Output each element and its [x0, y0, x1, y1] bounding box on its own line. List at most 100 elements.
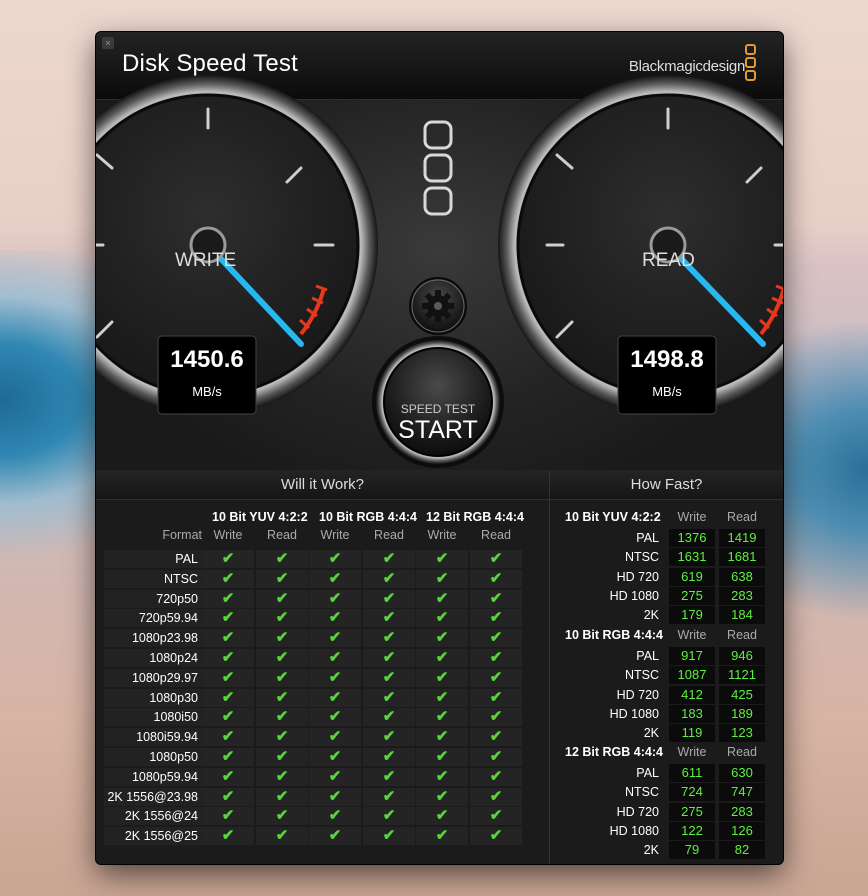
check-icon: ✔ — [470, 609, 522, 628]
format-label: 1080p30 — [149, 690, 198, 705]
how-fast-row-label: HD 1080 — [609, 588, 659, 603]
check-icon: ✔ — [256, 550, 308, 568]
check-icon: ✔ — [470, 787, 522, 806]
how-fast-row-label: HD 720 — [616, 569, 659, 584]
check-icon: ✔ — [363, 668, 415, 687]
check-icon: ✔ — [202, 748, 254, 766]
check-icon: ✔ — [416, 807, 468, 826]
read-speed-cell: 126 — [719, 821, 765, 840]
how-fast-section-header: 12 Bit RGB 4:4:4 — [565, 745, 663, 759]
check-icon: ✔ — [309, 728, 361, 747]
format-label: 2K 1556@25 — [124, 829, 198, 844]
write-speed-cell: 275 — [669, 802, 715, 821]
write-speed-value: 1450.6 — [170, 346, 244, 373]
check-icon: ✔ — [256, 569, 308, 588]
start-button[interactable]: START — [388, 416, 488, 445]
format-label: 720p59.94 — [138, 611, 198, 626]
check-icon: ✔ — [256, 787, 308, 806]
check-icon: ✔ — [416, 748, 468, 766]
check-icon: ✔ — [202, 767, 254, 786]
how-fast-read-header: Read — [727, 628, 757, 642]
format-label: 1080i50 — [153, 710, 199, 725]
how-fast-row-label: NTSC — [624, 668, 659, 683]
read-speed-cell: 1419 — [719, 529, 765, 547]
check-icon: ✔ — [470, 550, 522, 568]
check-icon: ✔ — [202, 609, 254, 628]
check-icon: ✔ — [363, 807, 415, 826]
write-speed-cell: 179 — [669, 606, 715, 625]
read-speed-cell: 1121 — [719, 666, 765, 685]
check-icon: ✔ — [470, 807, 522, 826]
write-speed-cell: 275 — [669, 586, 715, 605]
check-icon: ✔ — [256, 748, 308, 766]
check-icon: ✔ — [363, 767, 415, 786]
check-icon: ✔ — [416, 787, 468, 806]
write-speed-cell: 119 — [669, 724, 715, 743]
write-speed-unit: MB/s — [192, 384, 222, 399]
check-icon: ✔ — [470, 569, 522, 588]
brand-name: Blackmagicdesign — [628, 58, 745, 75]
write-speed-cell: 122 — [669, 821, 715, 840]
check-icon: ✔ — [309, 609, 361, 628]
check-icon: ✔ — [202, 550, 254, 568]
check-icon: ✔ — [256, 827, 308, 846]
format-label: 1080i59.94 — [136, 730, 198, 745]
check-icon: ✔ — [256, 688, 308, 707]
read-speed-cell: 123 — [719, 724, 765, 743]
format-label: 1080p23.98 — [131, 631, 198, 646]
write-speed-cell: 412 — [669, 685, 715, 704]
wiw-sub-header: Write — [213, 528, 243, 542]
check-icon: ✔ — [256, 807, 308, 826]
check-icon: ✔ — [363, 827, 415, 846]
check-icon: ✔ — [309, 589, 361, 608]
check-icon: ✔ — [363, 787, 415, 806]
wiw-sub-header: Read — [481, 528, 511, 542]
check-icon: ✔ — [416, 668, 468, 687]
check-icon: ✔ — [202, 569, 254, 588]
read-speed-cell: 283 — [719, 802, 765, 821]
how-fast-read-header: Read — [727, 510, 757, 524]
wiw-group-header: 10 Bit YUV 4:2:2 — [212, 510, 308, 524]
close-button[interactable]: × — [102, 37, 114, 49]
check-icon: ✔ — [202, 649, 254, 667]
how-fast-row-label: NTSC — [624, 785, 659, 800]
how-fast-row-label: HD 720 — [616, 804, 659, 819]
check-icon: ✔ — [202, 728, 254, 747]
check-icon: ✔ — [202, 827, 254, 846]
check-icon: ✔ — [256, 629, 308, 648]
gear-icon[interactable] — [409, 277, 467, 335]
check-icon: ✔ — [309, 629, 361, 648]
check-icon: ✔ — [363, 728, 415, 747]
check-icon: ✔ — [416, 688, 468, 707]
how-fast-read-header: Read — [727, 745, 757, 759]
check-icon: ✔ — [202, 787, 254, 806]
check-icon: ✔ — [416, 649, 468, 667]
format-label: 1080p24 — [149, 651, 198, 665]
disk-speed-test-window: × Disk Speed Test Blackmagicdesign WRITE… — [96, 32, 783, 864]
check-icon: ✔ — [256, 728, 308, 747]
wiw-sub-header: Read — [267, 528, 297, 542]
format-label: 720p50 — [156, 591, 198, 606]
check-icon: ✔ — [256, 609, 308, 628]
check-icon: ✔ — [363, 550, 415, 568]
brand-logo-icon — [745, 44, 757, 83]
check-icon: ✔ — [309, 748, 361, 766]
read-speed-cell: 189 — [719, 704, 765, 723]
read-speed-cell: 283 — [719, 586, 765, 605]
wiw-sub-header: Write — [427, 528, 457, 542]
format-label: PAL — [175, 552, 198, 566]
how-fast-row-label: 2K — [643, 726, 659, 741]
write-speed-cell: 79 — [669, 841, 715, 860]
write-speed-cell: 917 — [669, 647, 715, 665]
how-fast-row-label: PAL — [636, 649, 659, 663]
check-icon: ✔ — [470, 649, 522, 667]
how-fast-section-header: 10 Bit RGB 4:4:4 — [565, 628, 663, 642]
read-gauge-label: READ — [642, 250, 695, 271]
check-icon: ✔ — [363, 609, 415, 628]
how-fast-row-label: PAL — [636, 531, 659, 545]
check-icon: ✔ — [363, 569, 415, 588]
check-icon: ✔ — [470, 668, 522, 687]
wiw-sub-header: Read — [374, 528, 404, 542]
how-fast-write-header: Write — [677, 745, 707, 759]
format-label: 2K 1556@24 — [124, 809, 198, 824]
